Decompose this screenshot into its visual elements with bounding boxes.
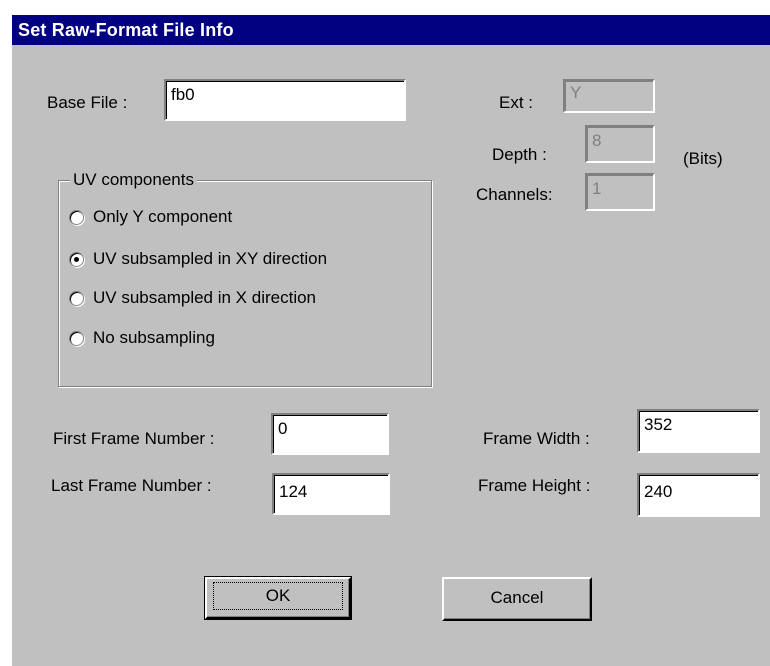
radio-dot-icon bbox=[74, 256, 79, 262]
ext-label: Ext : bbox=[499, 93, 534, 112]
frame-width-input[interactable]: 352 bbox=[637, 409, 760, 453]
frame-height-input[interactable]: 240 bbox=[637, 473, 760, 517]
depth-label: Depth : bbox=[492, 145, 547, 164]
radio-label: UV subsampled in X direction bbox=[93, 288, 317, 307]
base-file-label: Base File : bbox=[47, 93, 128, 112]
frame-width-label: Frame Width : bbox=[483, 429, 590, 448]
dialog-title-bar[interactable]: Set Raw-Format File Info bbox=[12, 15, 770, 45]
frame-height-label: Frame Height : bbox=[478, 476, 591, 495]
cancel-button[interactable]: Cancel bbox=[442, 577, 592, 621]
uv-components-group-label: UV components bbox=[70, 170, 197, 190]
radio-label: UV subsampled in XY direction bbox=[93, 249, 328, 268]
depth-input: 8 bbox=[585, 125, 655, 163]
raw-format-dialog: Set Raw-Format File Info Base File : fb0… bbox=[12, 15, 770, 666]
ok-button[interactable]: OK bbox=[204, 576, 352, 620]
radio-uv-xy[interactable]: UV subsampled in XY direction bbox=[69, 247, 327, 271]
radio-button[interactable] bbox=[69, 330, 84, 346]
radio-uv-x[interactable]: UV subsampled in X direction bbox=[69, 286, 316, 310]
radio-label: No subsampling bbox=[93, 328, 215, 347]
last-frame-input[interactable]: 124 bbox=[272, 473, 390, 515]
radio-no-subsampling[interactable]: No subsampling bbox=[69, 326, 215, 350]
radio-only-y[interactable]: Only Y component bbox=[69, 205, 232, 229]
radio-button-selected[interactable] bbox=[69, 251, 84, 267]
first-frame-label: First Frame Number : bbox=[53, 429, 215, 448]
radio-button[interactable] bbox=[69, 290, 84, 306]
ext-input: Y bbox=[563, 79, 655, 113]
dialog-title: Set Raw-Format File Info bbox=[18, 20, 234, 40]
ok-button-label: OK bbox=[213, 582, 343, 610]
last-frame-label: Last Frame Number : bbox=[51, 476, 212, 495]
base-file-input[interactable]: fb0 bbox=[164, 79, 406, 121]
depth-unit: (Bits) bbox=[683, 149, 723, 168]
first-frame-input[interactable]: 0 bbox=[271, 413, 389, 455]
channels-input: 1 bbox=[585, 173, 655, 211]
channels-label: Channels: bbox=[476, 185, 553, 204]
radio-label: Only Y component bbox=[93, 207, 233, 226]
radio-button[interactable] bbox=[69, 209, 84, 225]
